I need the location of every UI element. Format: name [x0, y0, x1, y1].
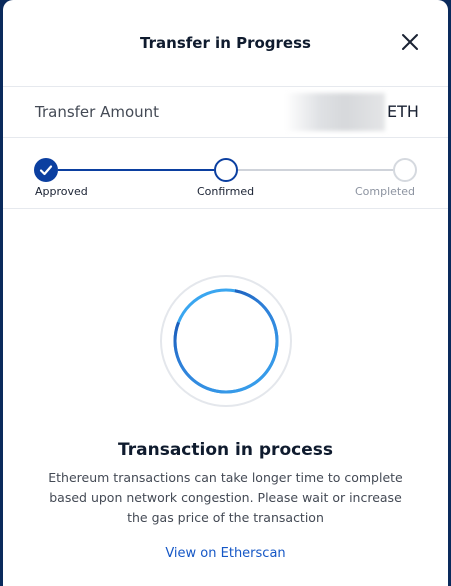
- modal-header: Transfer in Progress: [3, 0, 448, 87]
- close-button[interactable]: [400, 32, 420, 52]
- step-approved-dot: [34, 158, 58, 182]
- modal-title: Transfer in Progress: [140, 34, 311, 52]
- status-description: Ethereum transactions can take longer ti…: [48, 470, 403, 525]
- view-on-etherscan-link[interactable]: View on Etherscan: [3, 546, 448, 561]
- step-completed-dot: [393, 158, 417, 182]
- step-confirmed-label: Confirmed: [197, 185, 255, 198]
- status-title: Transaction in process: [118, 440, 333, 460]
- transfer-amount-value-redacted: [285, 93, 385, 131]
- progress-stepper: Approved Confirmed Completed: [3, 138, 448, 209]
- loading-spinner: [159, 274, 293, 408]
- stepper-track-pending: [238, 169, 393, 171]
- checkmark-icon: [39, 165, 53, 176]
- step-approved-label: Approved: [35, 185, 88, 198]
- close-icon: [402, 34, 418, 50]
- transfer-amount-row: Transfer Amount ETH: [3, 87, 448, 138]
- step-confirmed-dot: [214, 158, 238, 182]
- step-completed-label: Completed: [355, 185, 415, 198]
- stepper-track-complete: [58, 169, 214, 171]
- transfer-amount-unit: ETH: [387, 102, 419, 121]
- transfer-amount-label: Transfer Amount: [35, 103, 160, 121]
- transfer-modal: Transfer in Progress Transfer Amount ETH…: [3, 0, 448, 586]
